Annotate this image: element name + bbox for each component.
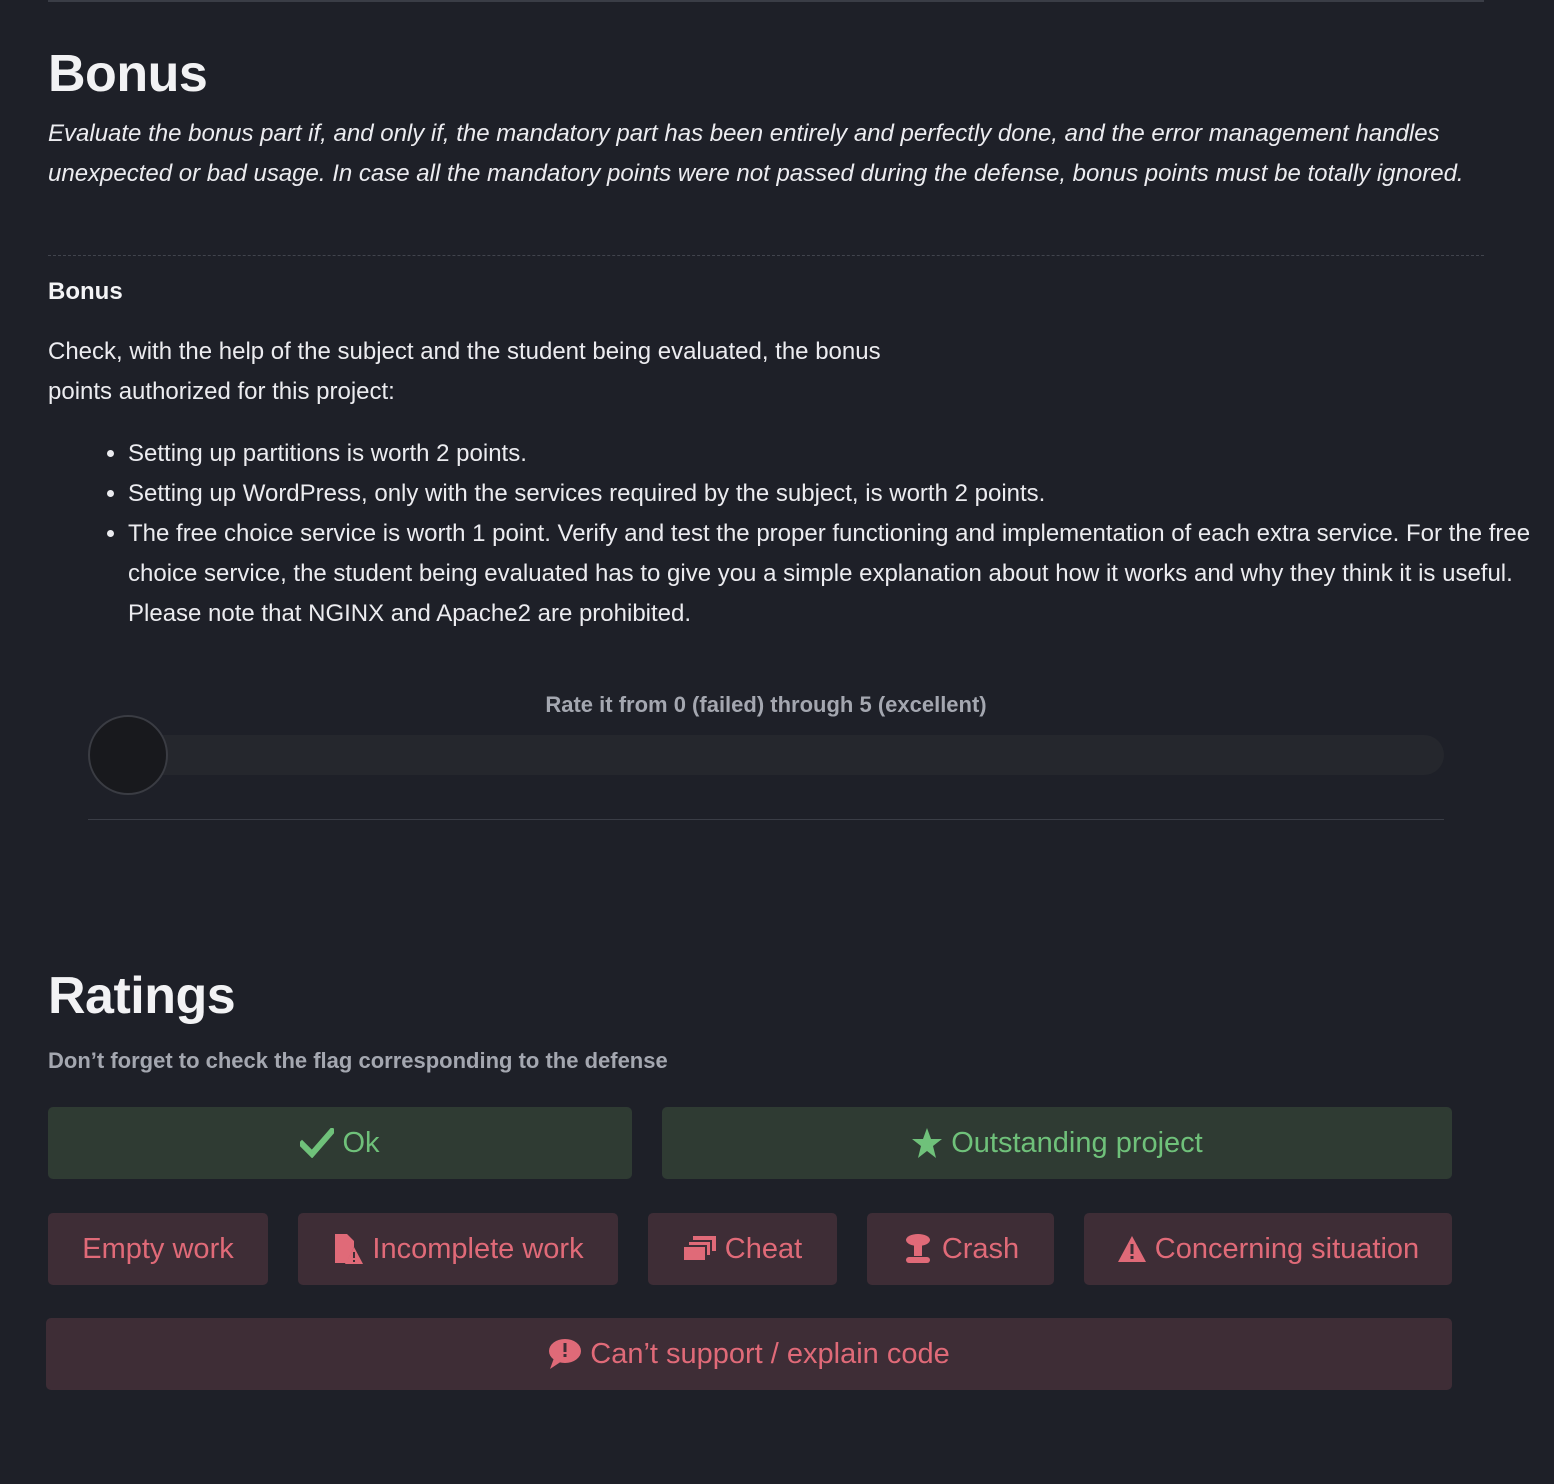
empty-work-button[interactable]: Empty work: [48, 1213, 268, 1285]
dashed-divider: [48, 255, 1484, 256]
rating-slider-track[interactable]: [128, 735, 1444, 775]
cant-support-explain-code-button[interactable]: Can’t support / explain code: [46, 1318, 1452, 1390]
star-icon: [911, 1127, 943, 1159]
speech-bubble-icon: [548, 1338, 582, 1370]
rating-slider-handle[interactable]: [88, 715, 168, 795]
ratings-title: Ratings: [48, 967, 236, 1025]
cheat-button[interactable]: Cheat: [648, 1213, 837, 1285]
flag-reminder: Don’t forget to check the flag correspon…: [48, 1048, 668, 1073]
copies-icon: [682, 1235, 717, 1263]
top-divider: [48, 0, 1484, 2]
crash-label: Crash: [941, 1232, 1020, 1265]
ok-label: Ok: [342, 1126, 380, 1159]
bonus-section: Bonus: [48, 44, 1484, 104]
cant-support-explain-code-label: Can’t support / explain code: [590, 1337, 950, 1370]
checkmark-icon: [300, 1128, 335, 1158]
concerning-situation-button[interactable]: Concerning situation: [1084, 1213, 1452, 1285]
bonus-subtitle: Bonus: [48, 278, 123, 305]
slider-divider: [88, 819, 1444, 820]
cheat-label: Cheat: [724, 1232, 803, 1265]
ok-button[interactable]: Ok: [48, 1107, 632, 1179]
explosion-icon: [902, 1233, 934, 1265]
crash-button[interactable]: Crash: [867, 1213, 1054, 1285]
outstanding-project-label: Outstanding project: [951, 1126, 1203, 1159]
bonus-point: Setting up partitions is worth 2 points.: [128, 434, 1548, 474]
bonus-instructions: Check, with the help of the subject and …: [48, 338, 881, 405]
incomplete-file-icon: [332, 1233, 364, 1265]
incomplete-work-button[interactable]: Incomplete work: [298, 1213, 618, 1285]
outstanding-project-button[interactable]: Outstanding project: [662, 1107, 1452, 1179]
bonus-title: Bonus: [48, 45, 208, 103]
bonus-point: The free choice service is worth 1 point…: [128, 514, 1548, 634]
bonus-intro-wrap: Evaluate the bonus part if, and only if,…: [48, 114, 1484, 194]
empty-work-label: Empty work: [82, 1232, 234, 1265]
bonus-points-list: Setting up partitions is worth 2 points.…: [48, 434, 1548, 634]
ratings-section: Ratings: [48, 966, 236, 1026]
concerning-situation-label: Concerning situation: [1154, 1232, 1420, 1265]
warning-icon: [1117, 1235, 1147, 1263]
bonus-point: Setting up WordPress, only with the serv…: [128, 474, 1548, 514]
rating-label: Rate it from 0 (failed) through 5 (excel…: [545, 692, 987, 717]
incomplete-work-label: Incomplete work: [372, 1232, 584, 1265]
bonus-intro: Evaluate the bonus part if, and only if,…: [48, 120, 1464, 187]
